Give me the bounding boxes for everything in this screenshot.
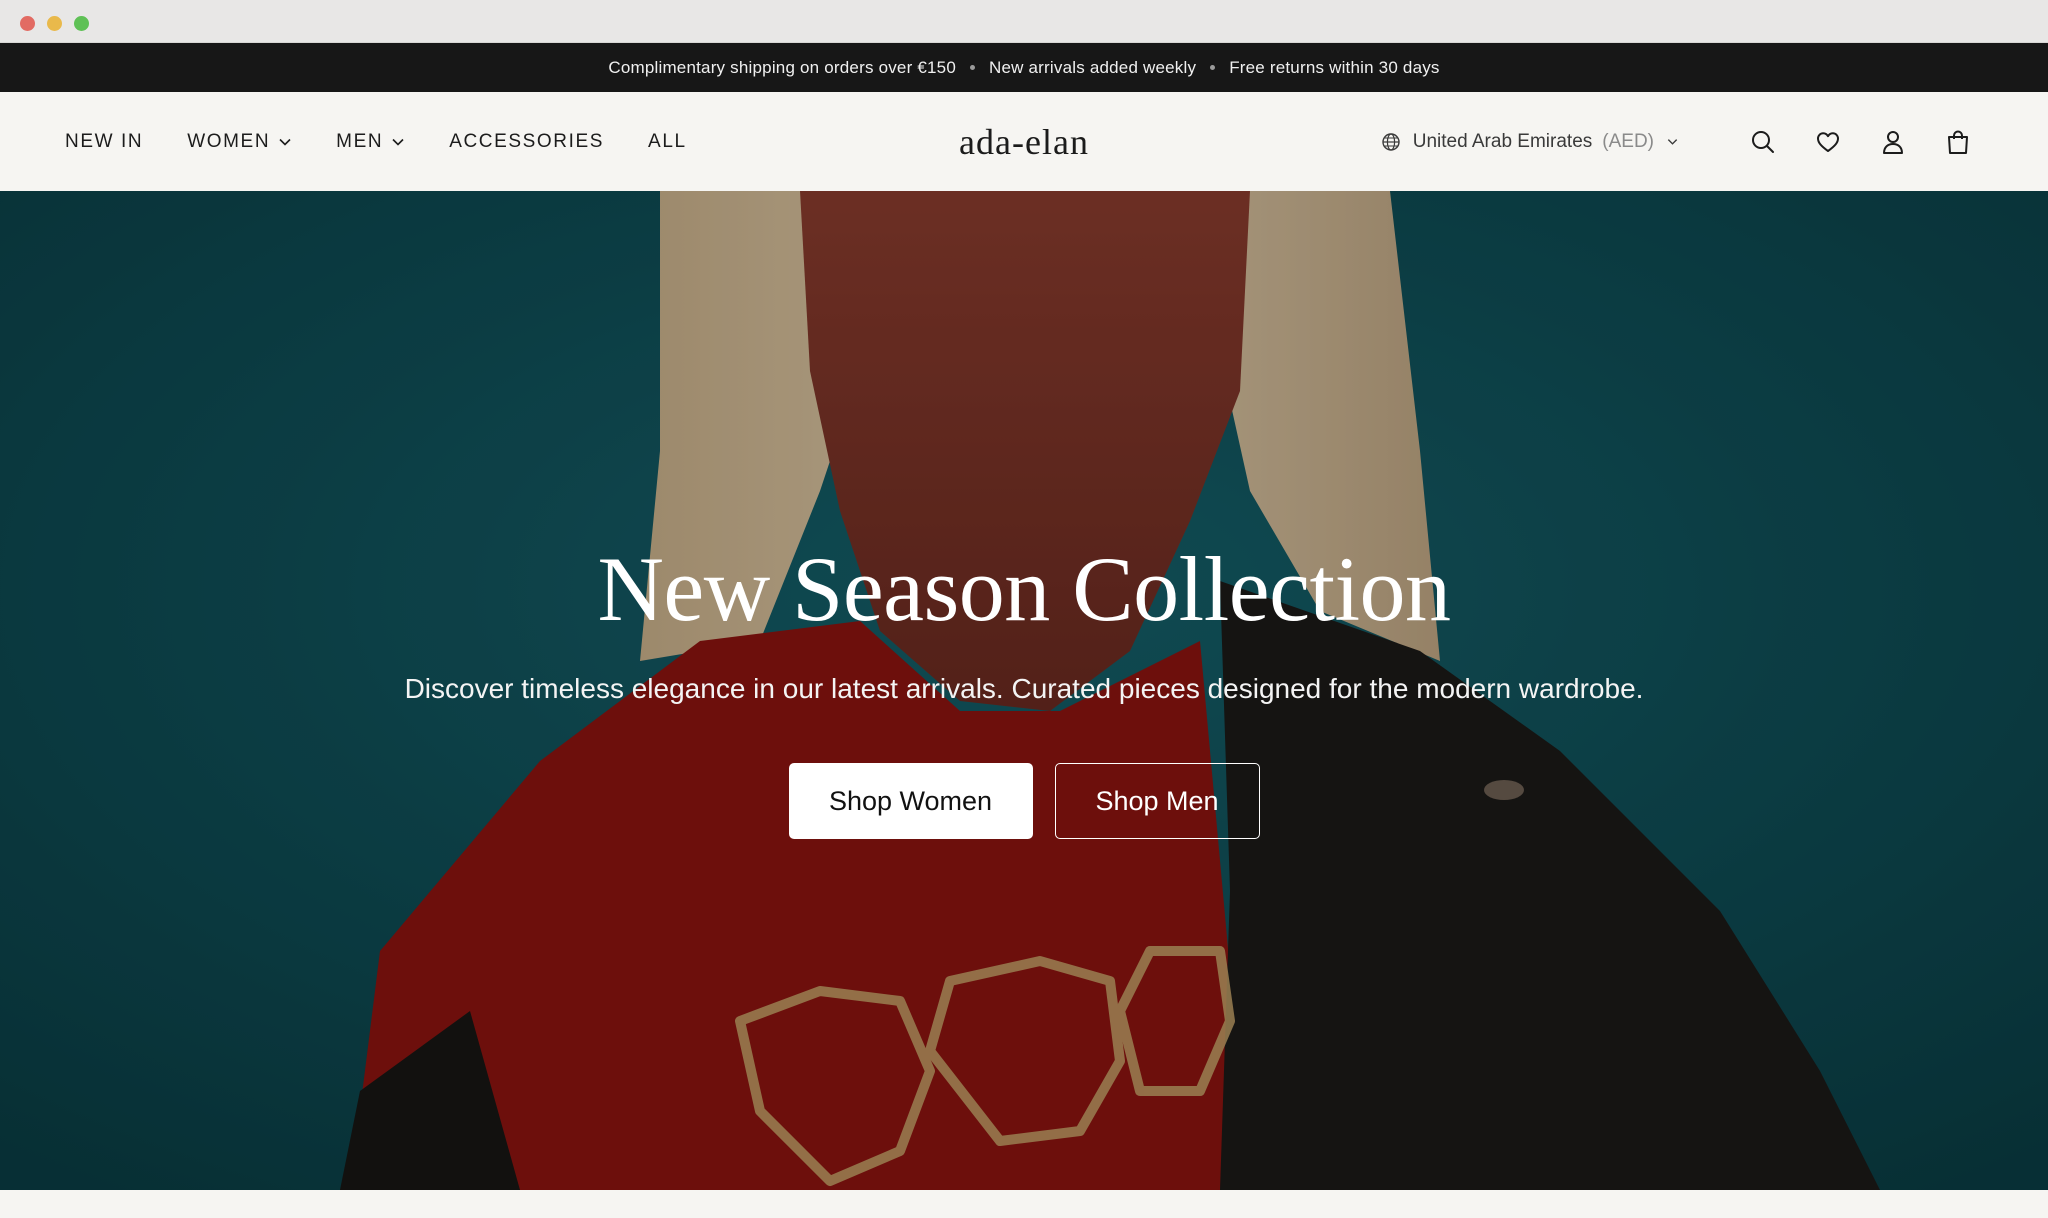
account-button[interactable] xyxy=(1878,127,1908,157)
shopping-bag-icon xyxy=(1948,129,1968,154)
nav-item-accessories[interactable]: ACCESSORIES xyxy=(449,131,604,153)
page-section-below xyxy=(0,1190,2048,1218)
shop-men-button[interactable]: Shop Men xyxy=(1054,763,1260,839)
announcement-bar: Complimentary shipping on orders over €1… xyxy=(0,43,2048,92)
hero-subtitle: Discover timeless elegance in our latest… xyxy=(404,673,1644,704)
nav-item-label: ACCESSORIES xyxy=(449,130,605,152)
heart-icon xyxy=(1817,131,1839,152)
brand-logo[interactable]: ada-elan xyxy=(959,121,1089,163)
chevron-down-icon xyxy=(279,138,291,146)
shop-women-button[interactable]: Shop Women xyxy=(788,763,1033,839)
user-icon xyxy=(1883,130,1903,154)
announcement-item: New arrivals added weekly xyxy=(988,57,1197,77)
site-header: NEW IN WOMEN MEN ACCESSORIES ALL ada-ela… xyxy=(0,92,2048,191)
window-maximize-button[interactable] xyxy=(74,16,89,31)
nav-item-all[interactable]: ALL xyxy=(648,131,687,153)
wishlist-button[interactable] xyxy=(1813,127,1843,157)
country-selector[interactable]: United Arab Emirates (AED) xyxy=(1381,131,1679,153)
hero-content: New Season Collection Discover timeless … xyxy=(0,191,2048,1190)
hero-title: New Season Collection xyxy=(597,538,1451,640)
announcement-item: Free returns within 30 days xyxy=(1229,57,1440,77)
main-nav: NEW IN WOMEN MEN ACCESSORIES ALL xyxy=(65,92,731,191)
window-minimize-button[interactable] xyxy=(47,16,62,31)
separator-dot xyxy=(1210,65,1216,70)
chevron-down-icon xyxy=(1667,139,1678,145)
search-icon xyxy=(1752,130,1774,153)
hero-banner: New Season Collection Discover timeless … xyxy=(0,191,2048,1190)
separator-dot xyxy=(969,65,975,70)
nav-item-label: MEN xyxy=(336,130,384,152)
nav-item-label: ALL xyxy=(648,130,687,152)
nav-item-women[interactable]: WOMEN xyxy=(187,131,292,153)
country-name: United Arab Emirates xyxy=(1412,130,1593,152)
announcement-item: Complimentary shipping on orders over €1… xyxy=(608,57,956,77)
nav-item-men[interactable]: MEN xyxy=(336,131,405,153)
cart-button[interactable] xyxy=(1943,127,1973,157)
nav-item-label: NEW IN xyxy=(65,130,144,152)
search-button[interactable] xyxy=(1748,127,1778,157)
nav-item-label: WOMEN xyxy=(187,130,271,152)
hero-cta-group: Shop Women Shop Men xyxy=(0,763,2048,839)
currency-code: (AED) xyxy=(1602,130,1654,152)
nav-item-new-in[interactable]: NEW IN xyxy=(65,131,143,153)
globe-icon xyxy=(1382,132,1400,151)
window-close-button[interactable] xyxy=(20,16,35,31)
chevron-down-icon xyxy=(392,138,404,146)
window-titlebar xyxy=(0,0,2048,43)
header-tools: United Arab Emirates (AED) xyxy=(1381,92,1973,191)
